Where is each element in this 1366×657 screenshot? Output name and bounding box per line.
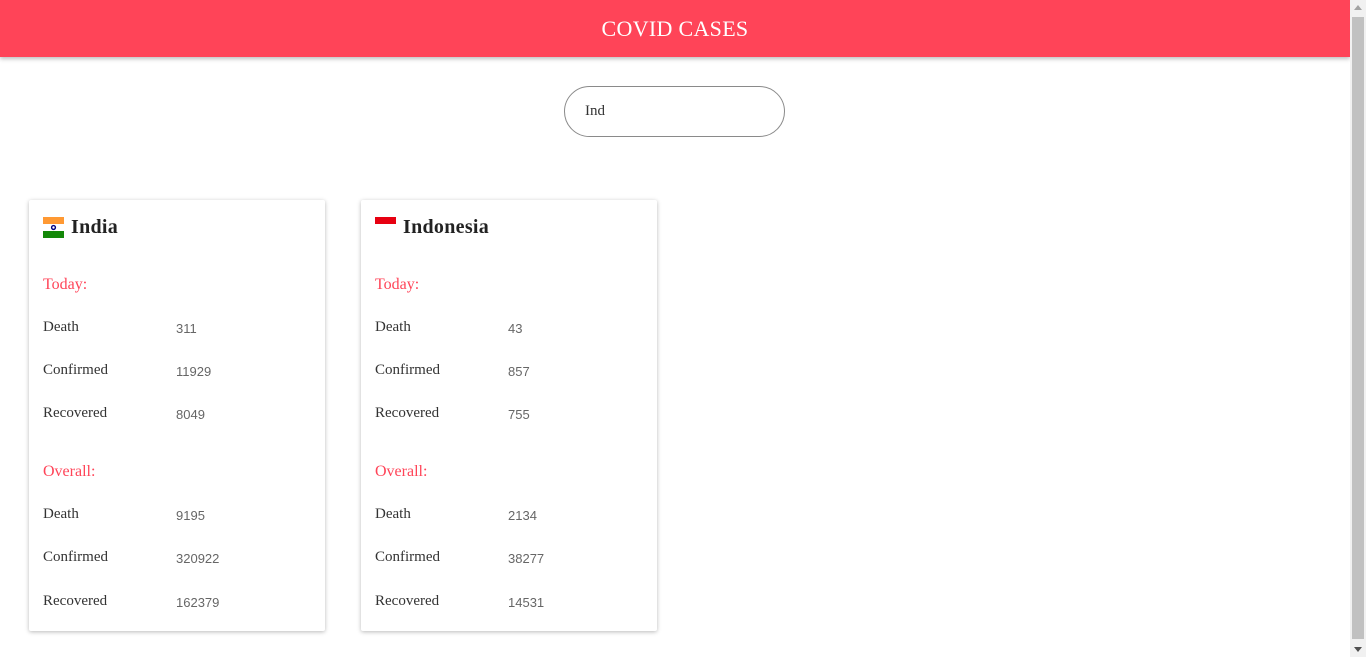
scrollbar-thumb[interactable] [1352,17,1364,639]
overall-confirmed-label: Confirmed [43,549,108,565]
today-confirmed-value: 11929 [176,364,212,379]
today-recovered-label: Recovered [43,405,108,421]
search-input[interactable] [585,87,765,136]
today-death-label: Death [43,319,79,335]
overall-recovered-value: 162379 [176,595,220,610]
overall-recovered-label: Recovered [43,593,108,609]
country-name: India [71,216,119,238]
today-recovered-value: 755 [508,407,530,422]
overall-death-label: Death [375,506,411,522]
card-header: Indonesia [375,216,489,239]
today-confirmed-value: 857 [508,364,530,379]
scroll-up-arrow-icon[interactable] [1354,5,1362,10]
today-death-value: 311 [176,321,197,336]
today-recovered-value: 8049 [176,407,205,422]
india-flag-icon [43,217,64,238]
today-confirmed-label: Confirmed [43,362,108,378]
overall-label: Overall: [43,463,96,480]
card-header: India [43,216,118,239]
scroll-down-arrow-icon[interactable] [1354,647,1362,652]
today-label: Today: [375,276,420,293]
page-title: COVID CASES [601,15,749,41]
today-death-value: 43 [508,321,523,336]
country-card-indonesia: Indonesia Today: Death 43 Confirmed 857 … [361,200,657,631]
overall-confirmed-value: 38277 [508,551,545,566]
overall-confirmed-value: 320922 [176,551,220,566]
country-name: Indonesia [403,216,490,238]
today-recovered-label: Recovered [375,405,440,421]
today-confirmed-label: Confirmed [375,362,440,378]
overall-recovered-label: Recovered [375,593,440,609]
vertical-scrollbar[interactable] [1350,0,1366,657]
indonesia-flag-icon [375,217,396,231]
overall-recovered-value: 14531 [508,595,545,610]
country-card-india: India Today: Death 311 Confirmed 11929 R… [29,200,325,631]
overall-confirmed-label: Confirmed [375,549,440,565]
overall-death-label: Death [43,506,79,522]
overall-death-value: 9195 [176,508,205,523]
today-label: Today: [43,276,88,293]
app-header: COVID CASES [0,0,1350,57]
search-box[interactable] [564,86,785,137]
overall-label: Overall: [375,463,428,480]
overall-death-value: 2134 [508,508,537,523]
today-death-label: Death [375,319,411,335]
